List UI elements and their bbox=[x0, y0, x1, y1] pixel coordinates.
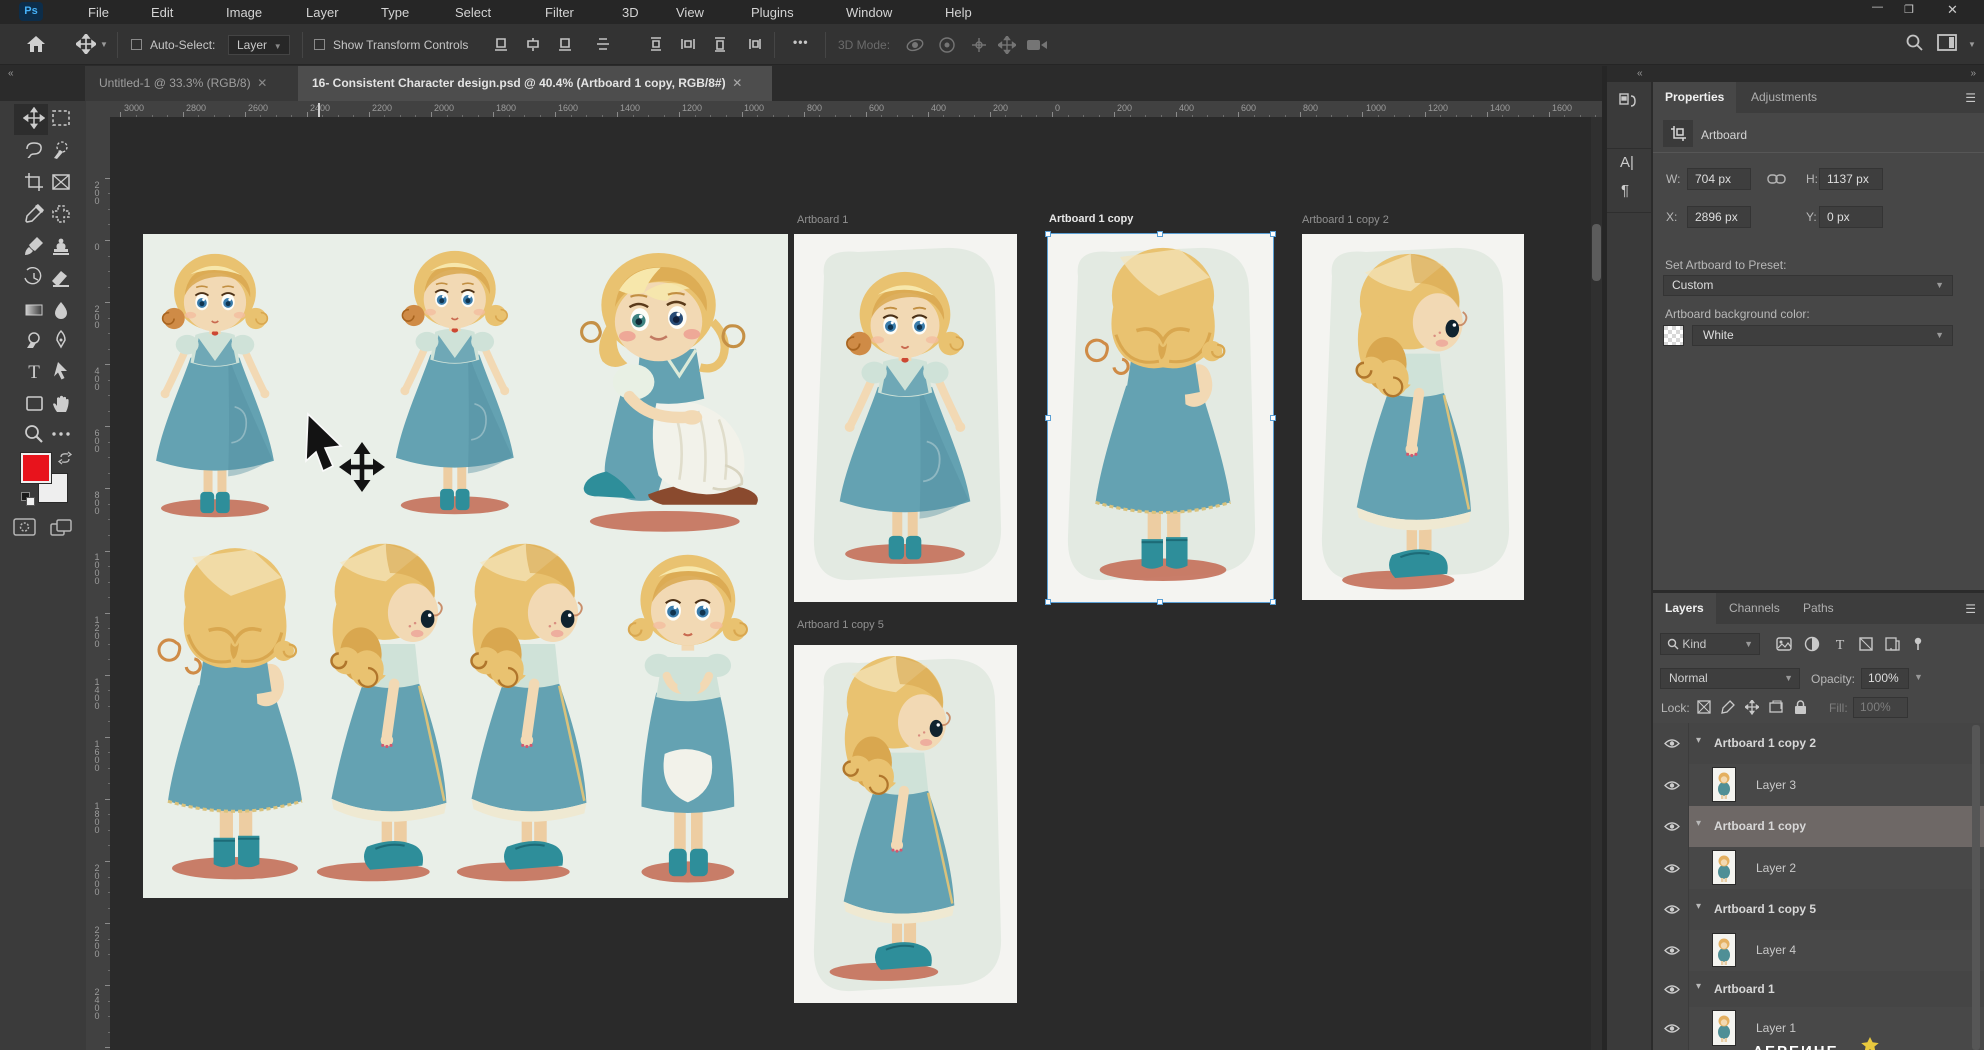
svg-text:T: T bbox=[1836, 638, 1845, 652]
svg-text:T: T bbox=[28, 362, 40, 382]
